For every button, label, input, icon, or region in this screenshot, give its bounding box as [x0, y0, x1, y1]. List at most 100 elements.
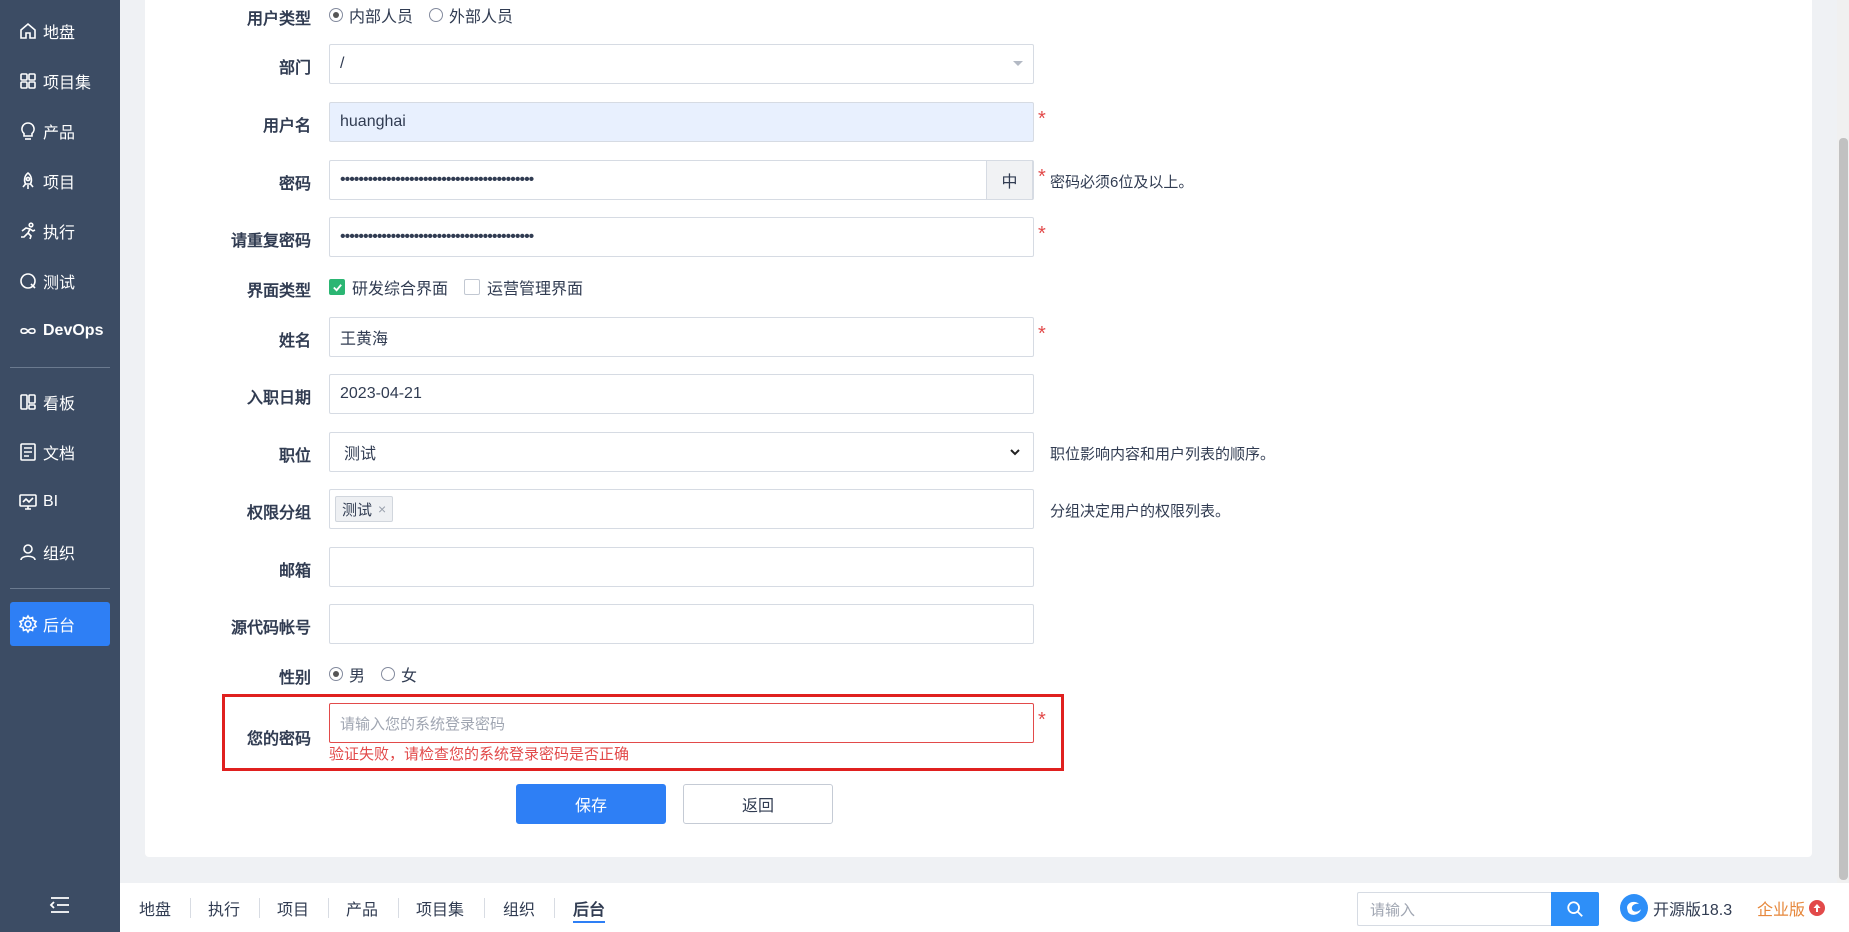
bottom-nav-execution[interactable]: 执行	[208, 883, 240, 932]
sidebar-item-label: 看板	[43, 396, 76, 413]
ui-type-label: 界面类型	[246, 283, 311, 300]
gender-radios: 男 女	[329, 662, 433, 686]
bottom-nav-product[interactable]: 产品	[346, 883, 378, 932]
email-input[interactable]	[329, 547, 1034, 587]
bottom-nav-dashboard[interactable]: 地盘	[139, 883, 171, 932]
sidebar-item-doc[interactable]: 文档	[10, 430, 110, 474]
sidebar-item-label: 文档	[43, 446, 76, 463]
bottom-nav-divider	[259, 898, 260, 918]
checkbox-rnd[interactable]	[329, 279, 345, 295]
password-label: 密码	[278, 176, 311, 193]
radio-internal-label[interactable]: 内部人员	[349, 3, 413, 27]
sidebar-item-program[interactable]: 项目集	[10, 59, 110, 103]
sidebar-item-execution[interactable]: 执行	[10, 209, 110, 253]
sidebar-item-project[interactable]: 项目	[10, 159, 110, 203]
bottom-bar: 地盘 执行 项目 产品 项目集 组织 后台 请输入 开源版18.3 企业版	[120, 883, 1849, 932]
sidebar-item-qa[interactable]: 测试	[10, 259, 110, 303]
home-icon	[20, 22, 36, 39]
row-dept: 部门 /	[145, 44, 1812, 84]
rocket-icon	[22, 171, 34, 189]
radio-external-label[interactable]: 外部人员	[449, 3, 513, 27]
verify-password-input[interactable]: 请输入您的系统登录密码	[329, 703, 1034, 743]
sidebar-item-label: 产品	[43, 125, 76, 142]
password-repeat-input[interactable]: ••••••••••••••••••••••••••••••••••••••••…	[329, 217, 1034, 257]
run-icon	[21, 222, 36, 240]
bottom-nav-admin[interactable]: 后台	[573, 883, 606, 932]
radio-external[interactable]	[429, 8, 444, 22]
collapse-menu-icon[interactable]	[48, 893, 72, 917]
required-mark: *	[1038, 223, 1046, 245]
bottom-nav-divider	[554, 898, 555, 918]
radio-internal[interactable]	[329, 8, 343, 22]
role-select[interactable]: 测试	[329, 432, 1034, 472]
join-date-label: 入职日期	[246, 390, 311, 407]
sidebar-item-kanban[interactable]: 看板	[10, 380, 110, 424]
bottom-nav-project[interactable]: 项目	[277, 883, 309, 932]
radio-female-label[interactable]: 女	[401, 662, 417, 686]
username-input[interactable]: huanghai	[329, 102, 1034, 142]
user-type-radios: 内部人员 外部人员	[329, 3, 529, 27]
required-mark: *	[1038, 166, 1046, 188]
sidebar-item-label: 后台	[43, 618, 76, 635]
password-value: ••••••••••••••••••••••••••••••••••••••••…	[340, 171, 534, 188]
radio-male-label[interactable]: 男	[349, 662, 365, 686]
checkbox-rnd-label[interactable]: 研发综合界面	[352, 275, 448, 299]
group-multiselect[interactable]: 测试 ×	[329, 489, 1034, 529]
row-password: 密码 •••••••••••••••••••••••••••••••••••••…	[145, 160, 1812, 200]
sidebar-item-company[interactable]: 组织	[10, 530, 110, 574]
join-date-input[interactable]: 2023-04-21	[329, 374, 1034, 414]
radio-female[interactable]	[381, 667, 396, 681]
bottom-nav-company[interactable]: 组织	[503, 883, 535, 932]
save-button[interactable]: 保存	[516, 784, 666, 824]
bottom-nav-divider	[398, 898, 399, 918]
checkbox-ops[interactable]	[464, 279, 481, 295]
realname-label: 姓名	[278, 333, 311, 350]
sidebar-item-label: 项目集	[43, 75, 92, 92]
row-join-date: 入职日期 2023-04-21	[145, 374, 1812, 414]
sidebar-item-product[interactable]: 产品	[10, 109, 110, 153]
sidebar-item-devops[interactable]: DevOps	[10, 309, 110, 353]
verify-password-label: 您的密码	[246, 731, 311, 748]
radio-male[interactable]	[329, 667, 343, 681]
dept-value: /	[340, 55, 345, 72]
gender-label: 性别	[278, 670, 311, 687]
back-button[interactable]: 返回	[683, 784, 833, 824]
password-input[interactable]: ••••••••••••••••••••••••••••••••••••••••…	[329, 160, 1034, 200]
upgrade-arrow-icon	[1809, 900, 1826, 916]
search-input[interactable]: 请输入	[1357, 892, 1551, 926]
group-label: 权限分组	[246, 505, 311, 522]
role-tip: 职位影响内容和用户列表的顺序。	[1050, 446, 1276, 463]
required-mark: *	[1038, 108, 1046, 130]
role-label: 职位	[278, 448, 311, 465]
checkbox-ops-label[interactable]: 运营管理界面	[487, 275, 583, 299]
bottom-nav-program[interactable]: 项目集	[416, 883, 464, 932]
sidebar-item-dashboard[interactable]: 地盘	[10, 9, 110, 53]
commiter-input[interactable]	[329, 604, 1034, 644]
chevron-down-icon	[1010, 449, 1020, 456]
role-value: 测试	[344, 446, 377, 463]
check-icon	[332, 283, 342, 292]
grid-icon	[20, 73, 36, 89]
search-button[interactable]	[1551, 892, 1599, 926]
lightbulb-icon	[21, 122, 35, 140]
close-icon[interactable]: ×	[378, 501, 386, 517]
row-role: 职位 测试 职位影响内容和用户列表的顺序。	[145, 432, 1812, 472]
scrollbar-thumb[interactable]	[1839, 138, 1848, 880]
row-password-repeat: 请重复密码 ••••••••••••••••••••••••••••••••••…	[145, 217, 1812, 257]
required-mark: *	[1038, 323, 1046, 345]
sidebar: 地盘 项目集 产品 项目 执行 测试 DevOps 看板 文档 BI 组织 后台	[0, 0, 120, 932]
bottom-nav-divider	[328, 898, 329, 918]
test-icon	[20, 273, 36, 289]
version-info[interactable]: 开源版18.3	[1619, 893, 1732, 923]
enterprise-upgrade-link[interactable]: 企业版	[1757, 893, 1826, 923]
gear-icon	[18, 614, 38, 634]
dept-select[interactable]: /	[329, 44, 1034, 84]
realname-input[interactable]: 王黄海	[329, 317, 1034, 357]
verify-password-error: 验证失败，请检查您的系统登录密码是否正确	[329, 746, 630, 763]
sidebar-item-bi[interactable]: BI	[10, 480, 110, 524]
row-ui-type: 界面类型 研发综合界面 运营管理界面	[145, 267, 1812, 307]
version-label: 开源版18.3	[1653, 902, 1733, 919]
join-date-value: 2023-04-21	[340, 385, 422, 402]
sidebar-item-admin[interactable]: 后台	[10, 602, 110, 646]
group-tag: 测试 ×	[335, 496, 394, 522]
